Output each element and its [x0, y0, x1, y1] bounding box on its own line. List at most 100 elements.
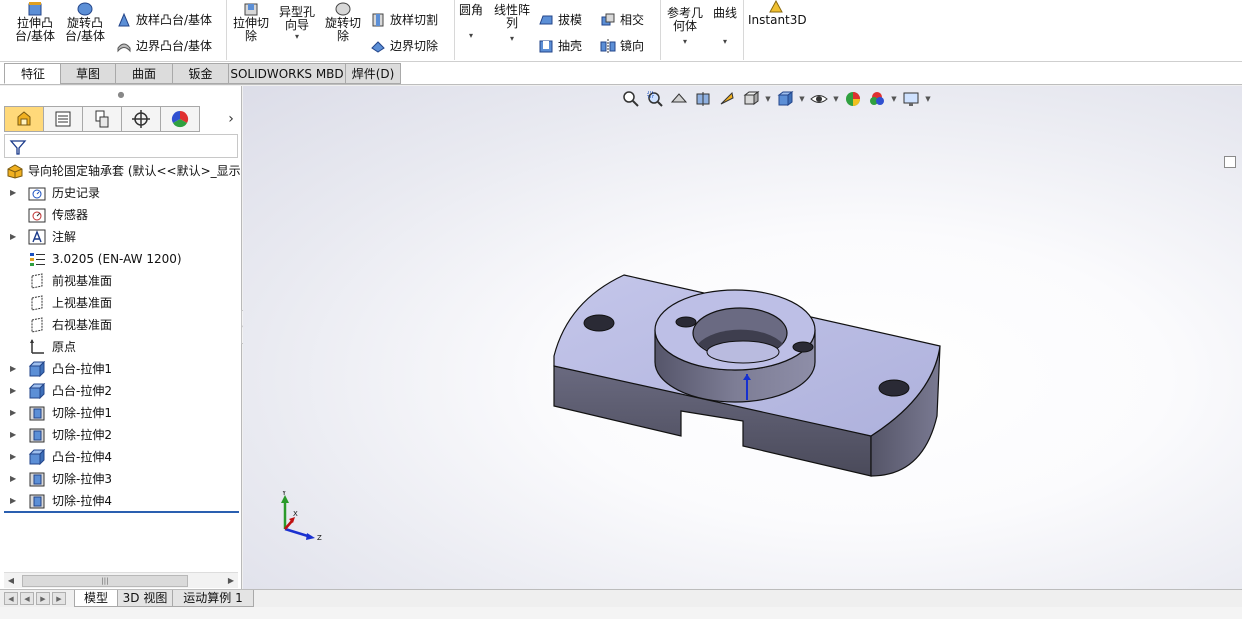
cut-extrude-icon: [28, 493, 46, 509]
dynamic-annotation-button[interactable]: [715, 88, 739, 110]
panel-more-chevron-icon[interactable]: ›: [222, 108, 240, 130]
graphics-area[interactable]: ▼ ▼ ▼ ▼ ▼ Y X Z: [243, 86, 1242, 589]
feature-tree-filter[interactable]: [4, 134, 238, 158]
tab-sketch[interactable]: 草图: [60, 63, 116, 84]
extrude-boss-button[interactable]: 拉伸凸 台/基体: [12, 2, 58, 43]
loft-boss-button[interactable]: 放样凸台/基体: [116, 10, 212, 30]
section-view-button[interactable]: [691, 88, 715, 110]
revolve-cut-button[interactable]: 旋转切 除: [320, 2, 366, 43]
expand-arrow-icon[interactable]: ▶: [10, 380, 20, 402]
last-tab-arrow-icon[interactable]: ▶: [52, 592, 66, 605]
feature-tree-item[interactable]: ▶ 凸台-拉伸4: [0, 446, 242, 468]
feature-tree-item[interactable]: ▶ 注解: [0, 226, 242, 248]
boundary-boss-button[interactable]: 边界凸台/基体: [116, 36, 212, 56]
display-manager-tab[interactable]: [160, 106, 200, 132]
chevron-down-icon[interactable]: ▼: [831, 95, 841, 103]
apply-scene-button[interactable]: [865, 88, 889, 110]
configuration-manager-tab[interactable]: [82, 106, 122, 132]
instant3d-button[interactable]: Instant3D: [748, 0, 807, 27]
extrude-cut-button[interactable]: 拉伸切 除: [228, 2, 274, 43]
draft-button[interactable]: 拔模: [538, 10, 582, 30]
origin-icon: [28, 339, 46, 355]
feature-tree-item-label: 历史记录: [52, 186, 101, 200]
feature-tree-item[interactable]: 右视基准面: [0, 314, 242, 336]
feature-tree-item[interactable]: 前视基准面: [0, 270, 242, 292]
tab-sheet-metal[interactable]: 钣金: [172, 63, 229, 84]
viewport-expand-icon[interactable]: [1224, 156, 1236, 168]
dimxpert-manager-tab[interactable]: [121, 106, 161, 132]
display-style-button[interactable]: [773, 88, 797, 110]
chevron-down-icon[interactable]: ▾: [488, 34, 536, 44]
loft-cut-button[interactable]: 放样切割: [370, 10, 438, 30]
feature-tree-item[interactable]: ▶ 凸台-拉伸1: [0, 358, 242, 380]
scroll-right-arrow-icon[interactable]: ▶: [224, 573, 238, 589]
intersect-button[interactable]: 相交: [600, 10, 644, 30]
next-tab-arrow-icon[interactable]: ▶: [36, 592, 50, 605]
expand-arrow-icon[interactable]: ▶: [10, 424, 20, 446]
expand-arrow-icon[interactable]: ▶: [10, 402, 20, 424]
chevron-down-icon[interactable]: ▾: [702, 37, 748, 47]
linear-pattern-button[interactable]: 线性阵 列 ▾: [488, 4, 536, 44]
hide-show-items-button[interactable]: [807, 88, 831, 110]
expand-arrow-icon[interactable]: ▶: [10, 490, 20, 512]
tab-motion-study-1[interactable]: 运动算例 1: [172, 590, 254, 607]
tab-solidworks-mbd[interactable]: SOLIDWORKS MBD: [228, 63, 346, 84]
hole-wizard-button[interactable]: 异型孔 向导 ▾: [274, 0, 320, 42]
zoom-to-area-button[interactable]: [643, 88, 667, 110]
edit-appearance-button[interactable]: [841, 88, 865, 110]
expand-arrow-icon[interactable]: ▶: [10, 468, 20, 490]
feature-tree-item[interactable]: 原点: [0, 336, 242, 358]
3d-model-view[interactable]: [243, 86, 1242, 589]
feature-tree-root-part[interactable]: 导向轮固定轴承套 (默认<<默认>_显示: [0, 160, 242, 182]
zoom-to-fit-button[interactable]: [619, 88, 643, 110]
scrollbar-thumb[interactable]: |||: [22, 575, 188, 587]
loft-boss-icon: [116, 12, 132, 28]
tab-3d-views[interactable]: 3D 视图: [117, 590, 173, 607]
feature-tree-item[interactable]: ▶ 历史记录: [0, 182, 242, 204]
mirror-button[interactable]: 镜向: [600, 36, 644, 56]
expand-arrow-icon[interactable]: ▶: [10, 358, 20, 380]
first-tab-arrow-icon[interactable]: ◀: [4, 592, 18, 605]
view-settings-button[interactable]: [899, 88, 923, 110]
feature-tree-item-label: 右视基准面: [52, 318, 113, 332]
feature-tree-item[interactable]: ▶ 切除-拉伸3: [0, 468, 242, 490]
prev-tab-arrow-icon[interactable]: ◀: [20, 592, 34, 605]
feature-tree-item[interactable]: ▶ 切除-拉伸4: [0, 490, 242, 512]
boundary-cut-button[interactable]: 边界切除: [370, 36, 438, 56]
tab-features[interactable]: 特征: [4, 63, 62, 84]
curves-button[interactable]: 曲线 ▾: [702, 7, 748, 47]
tab-weldments[interactable]: 焊件(D): [345, 63, 401, 84]
feature-tree-item[interactable]: ▶ 凸台-拉伸2: [0, 380, 242, 402]
view-orientation-button[interactable]: [739, 88, 763, 110]
material-icon: [28, 251, 46, 267]
revolve-boss-icon: [74, 2, 96, 16]
feature-tree-item[interactable]: 传感器: [0, 204, 242, 226]
chevron-down-icon[interactable]: ▾: [274, 32, 320, 42]
feature-tree-item-label: 传感器: [52, 208, 89, 222]
chevron-down-icon[interactable]: ▼: [923, 95, 933, 103]
chevron-down-icon[interactable]: ▼: [889, 95, 899, 103]
rollback-bar[interactable]: [4, 511, 239, 513]
monitor-icon: [903, 92, 919, 106]
chevron-down-icon[interactable]: ▼: [797, 95, 807, 103]
ring-hole: [792, 341, 814, 353]
chevron-down-icon[interactable]: ▼: [763, 95, 773, 103]
previous-view-button[interactable]: [667, 88, 691, 110]
panel-grip-handle[interactable]: ●: [0, 86, 242, 104]
feature-manager-tab[interactable]: [4, 106, 44, 132]
feature-tree-item[interactable]: 上视基准面: [0, 292, 242, 314]
expand-arrow-icon[interactable]: ▶: [10, 226, 20, 248]
property-manager-tab[interactable]: [43, 106, 83, 132]
feature-tree-item[interactable]: ▶ 切除-拉伸2: [0, 424, 242, 446]
revolve-boss-button[interactable]: 旋转凸 台/基体: [62, 2, 108, 43]
expand-arrow-icon[interactable]: ▶: [10, 182, 20, 204]
intersect-label: 相交: [620, 13, 645, 27]
expand-arrow-icon[interactable]: ▶: [10, 446, 20, 468]
scroll-left-arrow-icon[interactable]: ◀: [4, 573, 18, 589]
panel-horizontal-scrollbar[interactable]: ◀ ||| ▶: [4, 572, 238, 588]
tab-surfaces[interactable]: 曲面: [115, 63, 173, 84]
feature-tree-item[interactable]: ▶ 切除-拉伸1: [0, 402, 242, 424]
feature-tree-item[interactable]: 3.0205 (EN-AW 1200): [0, 248, 242, 270]
tab-model[interactable]: 模型: [74, 590, 118, 607]
shell-button[interactable]: 抽壳: [538, 36, 582, 56]
